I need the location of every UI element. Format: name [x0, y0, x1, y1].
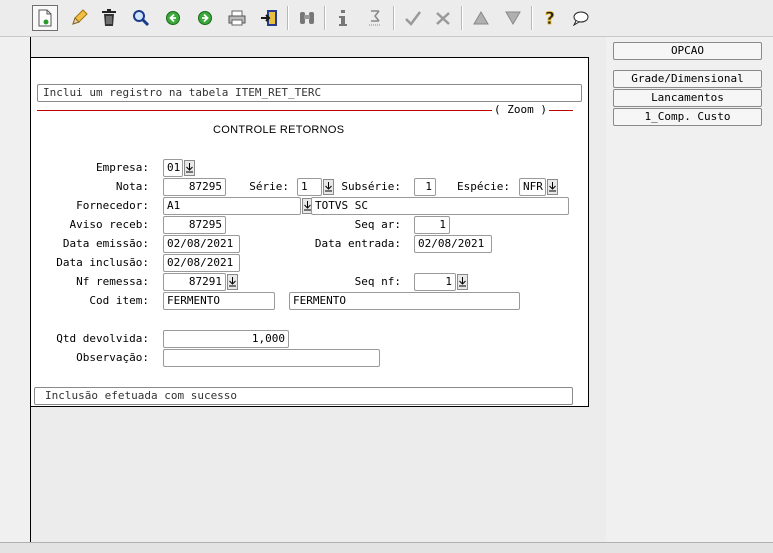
- bottom-status-strip: [0, 542, 773, 553]
- help-icon[interactable]: ?: [538, 5, 564, 31]
- cod-item-field[interactable]: FERMENTO: [163, 292, 275, 310]
- observacao-field[interactable]: [163, 349, 380, 367]
- comp-custo-button[interactable]: 1_Comp. Custo: [613, 108, 762, 126]
- serie-label: Série:: [249, 180, 289, 193]
- grade-dimensional-button[interactable]: Grade/Dimensional: [613, 70, 762, 88]
- item-description-field: FERMENTO: [289, 292, 520, 310]
- lancamentos-button[interactable]: Lancamentos: [613, 89, 762, 107]
- seq-nf-field[interactable]: 1: [414, 273, 456, 291]
- search-icon[interactable]: [128, 5, 154, 31]
- edit-icon[interactable]: [66, 5, 92, 31]
- cod-item-label: Cod item:: [89, 294, 149, 307]
- chat-icon[interactable]: [568, 5, 594, 31]
- seq-nf-lookup-icon[interactable]: [457, 274, 468, 290]
- zoom-button[interactable]: ( Zoom ): [492, 104, 549, 116]
- seq-ar-label: Seq ar:: [354, 218, 401, 231]
- subserie-label: Subsérie:: [341, 180, 401, 193]
- toolbar-separator: [393, 6, 395, 30]
- delete-icon[interactable]: [96, 5, 122, 31]
- toolbar-separator: [461, 6, 463, 30]
- data-inclusao-field[interactable]: 02/08/2021: [163, 254, 240, 272]
- toolbar-separator: [531, 6, 533, 30]
- data-emissao-field[interactable]: 02/08/2021: [163, 235, 240, 253]
- section-title: CONTROLE RETORNOS: [213, 124, 345, 136]
- qtd-devolvida-field[interactable]: 1,000: [163, 330, 289, 348]
- fornecedor-code-field[interactable]: A1: [163, 197, 301, 215]
- divider-line: [37, 110, 492, 111]
- aviso-receb-field[interactable]: 87295: [163, 216, 226, 234]
- especie-field[interactable]: NFR: [519, 178, 546, 196]
- opcao-button[interactable]: OPCAO: [613, 42, 762, 60]
- seq-nf-label: Seq nf:: [354, 275, 401, 288]
- info-icon[interactable]: [330, 5, 356, 31]
- fornecedor-name-field: TOTVS SC: [311, 197, 569, 215]
- observacao-label: Observação:: [76, 351, 149, 364]
- summation-icon[interactable]: [362, 5, 388, 31]
- svg-text:?: ?: [545, 9, 555, 28]
- data-inclusao-label: Data inclusão:: [56, 256, 149, 269]
- nf-remessa-lookup-icon[interactable]: [227, 274, 238, 290]
- data-emissao-label: Data emissão:: [62, 237, 149, 250]
- nf-remessa-label: Nf remessa:: [76, 275, 149, 288]
- serie-lookup-icon[interactable]: [323, 179, 334, 195]
- next-icon[interactable]: [192, 5, 218, 31]
- nf-remessa-field[interactable]: 87291: [163, 273, 226, 291]
- new-record-icon[interactable]: [32, 5, 58, 31]
- empresa-field[interactable]: 01: [163, 159, 183, 177]
- data-entrada-label: Data entrada:: [314, 237, 401, 250]
- divider-line: [549, 110, 573, 111]
- toolbar: ?: [0, 0, 773, 37]
- seq-ar-field[interactable]: 1: [414, 216, 450, 234]
- up-icon[interactable]: [468, 5, 494, 31]
- nota-label: Nota:: [115, 180, 149, 193]
- print-icon[interactable]: [224, 5, 250, 31]
- subserie-field[interactable]: 1: [414, 178, 436, 196]
- especie-label: Espécie:: [457, 180, 510, 193]
- aviso-receb-label: Aviso receb:: [69, 218, 149, 231]
- fornecedor-label: Fornecedor:: [76, 199, 149, 212]
- serie-field[interactable]: 1: [297, 178, 322, 196]
- previous-icon[interactable]: [160, 5, 186, 31]
- qtd-devolvida-label: Qtd devolvida:: [56, 332, 149, 345]
- nota-field[interactable]: 87295: [163, 178, 226, 196]
- confirm-icon[interactable]: [400, 5, 426, 31]
- toolbar-separator: [324, 6, 326, 30]
- toolbar-separator: [287, 6, 289, 30]
- binoculars-icon[interactable]: [294, 5, 320, 31]
- data-entrada-field[interactable]: 02/08/2021: [414, 235, 492, 253]
- cancel-icon[interactable]: [430, 5, 456, 31]
- especie-lookup-icon[interactable]: [547, 179, 558, 195]
- export-icon[interactable]: [256, 5, 282, 31]
- info-message: Inclui um registro na tabela ITEM_RET_TE…: [37, 84, 582, 102]
- down-icon[interactable]: [500, 5, 526, 31]
- empresa-label: Empresa:: [96, 161, 149, 174]
- status-message: Inclusão efetuada com sucesso: [34, 387, 573, 405]
- empresa-lookup-icon[interactable]: [184, 160, 195, 176]
